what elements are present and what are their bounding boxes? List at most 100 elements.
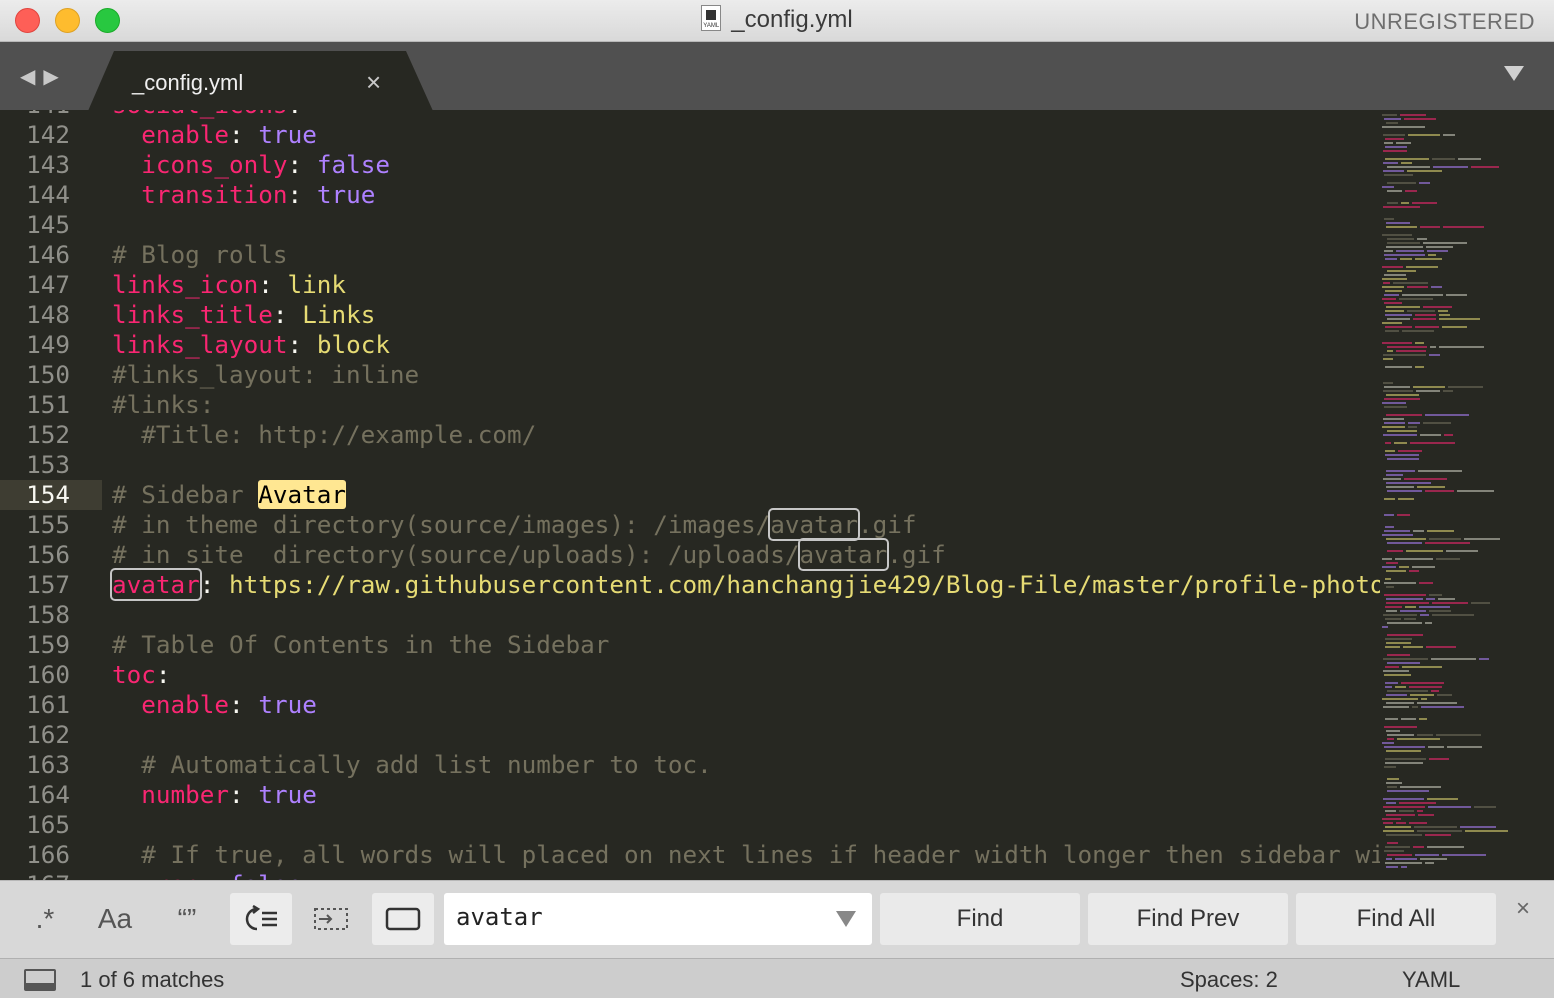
- minimap-stroke: [1383, 382, 1393, 384]
- minimap-stroke: [1439, 318, 1480, 320]
- tab-config-yml[interactable]: _config.yml ×: [88, 51, 433, 111]
- code-line[interactable]: 144 transition: true: [0, 180, 1380, 210]
- find-input[interactable]: avatar: [444, 893, 872, 945]
- code-line[interactable]: 166 # If true, all words will placed on …: [0, 840, 1380, 870]
- code-line[interactable]: 147 links_icon: link: [0, 270, 1380, 300]
- search-match: Avatar: [258, 480, 347, 509]
- regex-toggle[interactable]: .*: [14, 893, 76, 945]
- minimap-stroke: [1426, 646, 1456, 648]
- code-line[interactable]: 143 icons_only: false: [0, 150, 1380, 180]
- code-line[interactable]: 154 # Sidebar Avatar: [0, 480, 1380, 510]
- minimap-stroke: [1436, 734, 1481, 736]
- code-token: true: [258, 120, 317, 149]
- minimap-stroke: [1415, 326, 1439, 328]
- line-number: 160: [26, 660, 70, 689]
- line-code: number: true: [112, 780, 317, 810]
- minimap-stroke: [1395, 686, 1406, 688]
- code-line[interactable]: 141 social_icons:: [0, 110, 1380, 120]
- code-token: Links: [302, 300, 376, 329]
- highlight-matches-toggle[interactable]: [372, 893, 434, 945]
- code-line[interactable]: 142 enable: true: [0, 120, 1380, 150]
- minimap-stroke: [1385, 330, 1399, 332]
- minimap-stroke: [1442, 326, 1467, 328]
- minimap-stroke: [1417, 486, 1445, 488]
- minimap-stroke: [1420, 614, 1429, 616]
- in-selection-toggle[interactable]: [300, 893, 362, 945]
- code-line[interactable]: 155 # in theme directory(source/images): …: [0, 508, 1380, 541]
- whole-word-toggle[interactable]: “”: [156, 893, 218, 945]
- minimap-stroke: [1428, 806, 1471, 808]
- minimap-stroke: [1382, 698, 1418, 700]
- minimap-stroke: [1408, 134, 1440, 136]
- code-line[interactable]: 152 #Title: http://example.com/: [0, 420, 1380, 450]
- minimap-stroke: [1423, 306, 1452, 308]
- find-history-dropdown-icon[interactable]: [836, 911, 856, 927]
- minimap-stroke: [1384, 174, 1413, 176]
- minimap-stroke: [1400, 258, 1412, 260]
- tab-list-dropdown-icon[interactable]: [1504, 66, 1524, 81]
- minimap-stroke: [1382, 126, 1425, 128]
- forward-arrow-icon[interactable]: ▶: [43, 66, 66, 88]
- code-line[interactable]: 148 links_title: Links: [0, 300, 1380, 330]
- minimap-stroke: [1386, 610, 1397, 612]
- code-line[interactable]: 156 # in site directory(source/uploads): …: [0, 538, 1380, 571]
- minimap-stroke: [1385, 682, 1398, 684]
- line-code: links_icon: link: [112, 270, 346, 300]
- line-code: avatar: https://raw.githubusercontent.co…: [110, 568, 1380, 601]
- minimap-stroke: [1400, 610, 1426, 612]
- panel-toggle-icon[interactable]: [24, 969, 56, 991]
- code-line[interactable]: 145: [0, 210, 1380, 240]
- tab-close-icon[interactable]: ×: [366, 67, 381, 98]
- minimap-stroke: [1385, 258, 1397, 260]
- code-line[interactable]: 157 avatar: https://raw.githubusercontent…: [0, 568, 1380, 601]
- code-line[interactable]: 149 links_layout: block: [0, 330, 1380, 360]
- code-token: :: [229, 780, 259, 809]
- line-number: 166: [26, 840, 70, 869]
- minimap-stroke: [1385, 366, 1412, 368]
- wrap-toggle[interactable]: [230, 893, 292, 945]
- code-line[interactable]: 160 toc:: [0, 660, 1380, 690]
- code-line[interactable]: 146 # Blog rolls: [0, 240, 1380, 270]
- tab-bar: ◀▶ _config.yml ×: [0, 42, 1554, 111]
- line-number: 159: [26, 630, 70, 659]
- minimap-stroke: [1403, 646, 1423, 648]
- code-line[interactable]: 167 wrap: false: [0, 870, 1380, 880]
- minimap-stroke: [1399, 802, 1436, 804]
- minimap-stroke: [1383, 614, 1417, 616]
- line-number: 148: [26, 300, 70, 329]
- minimap-stroke: [1386, 602, 1429, 604]
- find-prev-button[interactable]: Find Prev: [1088, 893, 1288, 945]
- code-editor[interactable]: 141social_icons:142 enable: true143 icon…: [0, 110, 1380, 880]
- minimap-stroke: [1384, 498, 1395, 500]
- back-arrow-icon[interactable]: ◀: [20, 66, 43, 88]
- minimap[interactable]: [1380, 110, 1554, 880]
- minimap-stroke: [1384, 850, 1404, 852]
- find-all-button[interactable]: Find All: [1296, 893, 1496, 945]
- code-line[interactable]: 162: [0, 720, 1380, 750]
- code-line[interactable]: 150 #links_layout: inline: [0, 360, 1380, 390]
- code-line[interactable]: 165: [0, 810, 1380, 840]
- code-line[interactable]: 159 # Table Of Contents in the Sidebar: [0, 630, 1380, 660]
- code-line[interactable]: 153: [0, 450, 1380, 480]
- code-line[interactable]: 164 number: true: [0, 780, 1380, 810]
- syntax-selector[interactable]: YAML: [1402, 967, 1460, 993]
- minimap-stroke: [1383, 822, 1393, 824]
- minimap-stroke: [1406, 266, 1438, 268]
- code-line[interactable]: 158: [0, 600, 1380, 630]
- code-line[interactable]: 151 #links:: [0, 390, 1380, 420]
- minimap-stroke: [1460, 826, 1496, 828]
- find-button[interactable]: Find: [880, 893, 1080, 945]
- minimap-stroke: [1382, 114, 1397, 116]
- code-line[interactable]: 161 enable: true: [0, 690, 1380, 720]
- minimap-stroke: [1405, 606, 1416, 608]
- minimap-stroke: [1394, 442, 1407, 444]
- minimap-stroke: [1404, 618, 1416, 620]
- close-find-panel-icon[interactable]: ×: [1516, 895, 1530, 923]
- status-bar: 1 of 6 matches Spaces: 2 YAML: [0, 958, 1554, 998]
- indentation-setting[interactable]: Spaces: 2: [1180, 967, 1278, 993]
- minimap-stroke: [1402, 330, 1434, 332]
- case-sensitive-toggle[interactable]: Aa: [84, 893, 146, 945]
- minimap-stroke: [1384, 594, 1426, 596]
- code-line[interactable]: 163 # Automatically add list number to t…: [0, 750, 1380, 780]
- find-panel: .* Aa “” avatar Find Find Prev Find All …: [0, 880, 1554, 958]
